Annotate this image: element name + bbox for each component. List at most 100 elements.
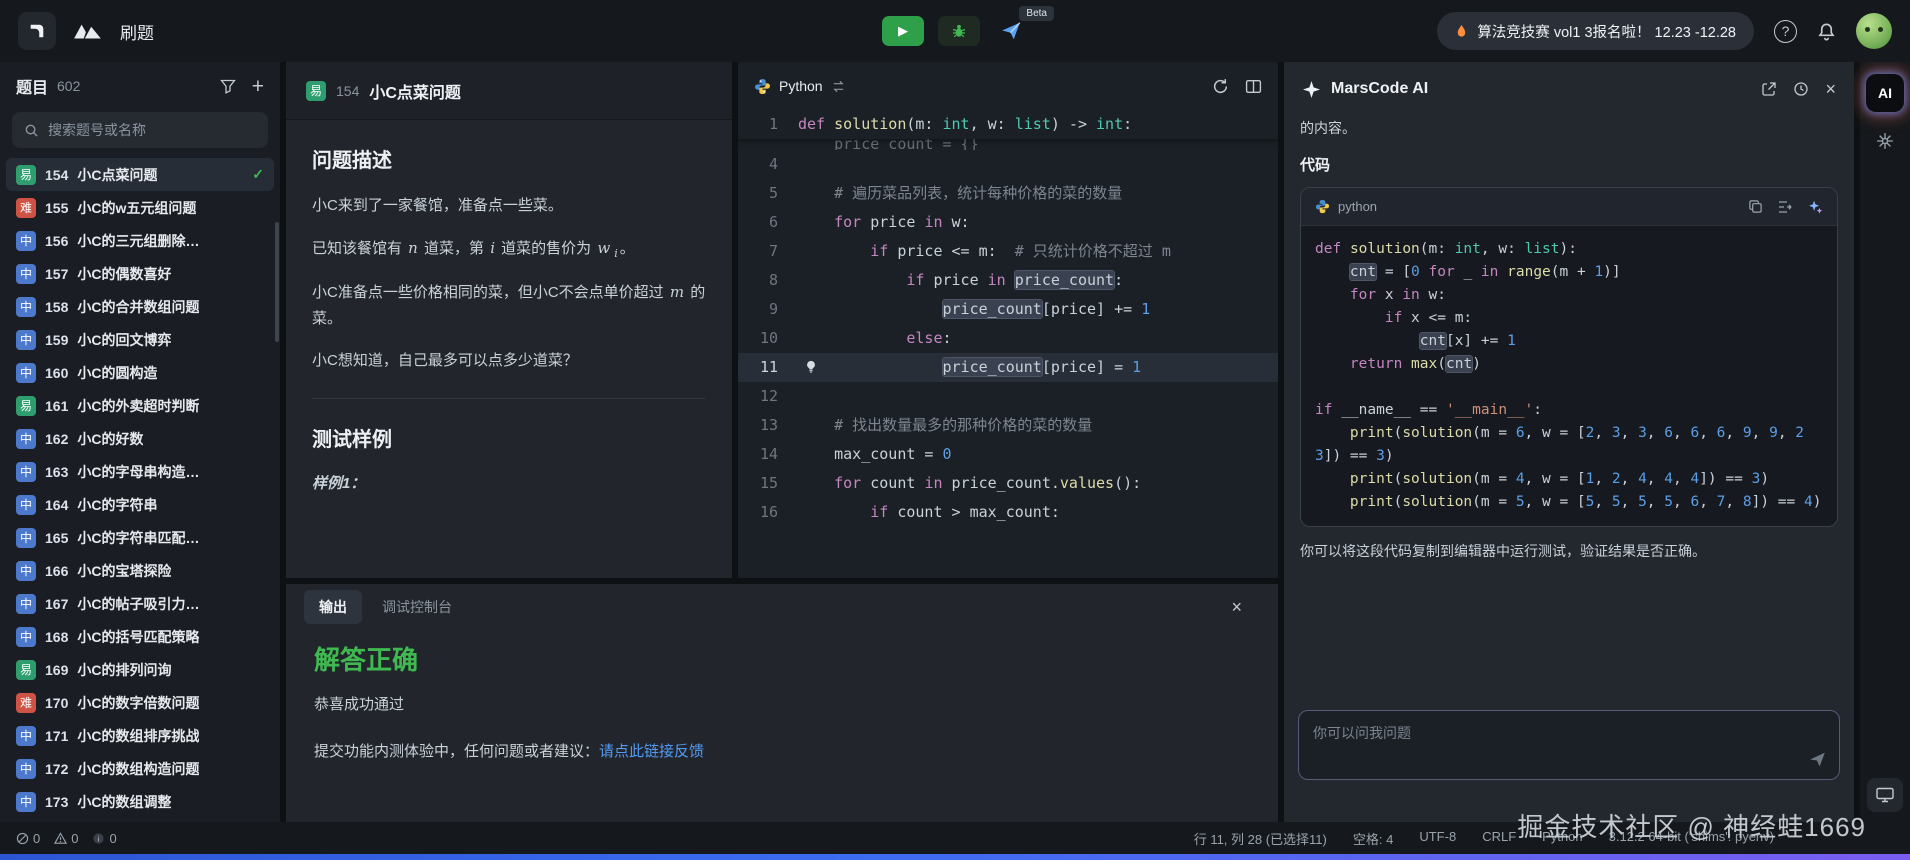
topbar-right: 算法竞技赛 vol1 3报名啦！ 12.23 -12.28 ? <box>1437 12 1892 50</box>
code-line[interactable]: 12 <box>738 382 1278 411</box>
problem-list-item[interactable]: 中158小C的合并数组问题 <box>6 290 274 323</box>
ai-assistant-button[interactable]: AI <box>1866 74 1904 112</box>
code-line[interactable]: 7 if price <= m: # 只统计价格不超过 m <box>738 237 1278 266</box>
problem-body: 问题描述 小C来到了一家餐馆，准备点一些菜。已知该餐馆有 n 道菜，第 i 道菜… <box>286 120 732 517</box>
difficulty-badge: 中 <box>16 462 36 482</box>
code-line[interactable]: 14 max_count = 0 <box>738 440 1278 469</box>
ai-message-partial: 你可以将这段代码复制到编辑器中运行测试，验证结果是否正确。 <box>1300 541 1838 561</box>
problem-list-item[interactable]: 易154小C点菜问题✓ <box>6 158 274 191</box>
problem-list-item[interactable]: 难155小C的w五元组问题 <box>6 191 274 224</box>
difficulty-badge: 易 <box>16 396 36 416</box>
statusbar-item[interactable]: 空格: 4 <box>1353 829 1393 848</box>
bell-icon[interactable] <box>1817 22 1836 41</box>
close-icon[interactable]: × <box>1231 597 1242 618</box>
code-line[interactable]: 9 price_count[price] += 1 <box>738 295 1278 324</box>
info-icon: i <box>92 832 105 845</box>
filter-icon[interactable] <box>220 78 236 94</box>
history-icon[interactable] <box>1793 81 1809 97</box>
run-button[interactable]: ▶ <box>882 16 924 46</box>
code-line[interactable]: 13 # 找出数量最多的那种价格的菜的数量 <box>738 411 1278 440</box>
difficulty-badge: 难 <box>16 198 36 218</box>
code-line[interactable]: 10 else: <box>738 324 1278 353</box>
python-icon <box>1315 199 1330 214</box>
difficulty-badge: 中 <box>16 297 36 317</box>
tab-python[interactable]: Python <box>754 78 846 95</box>
problem-list-item[interactable]: 中163小C的字母串构造… <box>6 455 274 488</box>
contest-banner[interactable]: 算法竞技赛 vol1 3报名啦！ 12.23 -12.28 <box>1437 12 1754 50</box>
problem-list-item[interactable]: 中157小C的偶数喜好 <box>6 257 274 290</box>
problem-list-item[interactable]: 中162小C的好数 <box>6 422 274 455</box>
problem-list-item[interactable]: 中167小C的帖子吸引力… <box>6 587 274 620</box>
problem-list-item[interactable]: 中171小C的数组排序挑战 <box>6 719 274 752</box>
close-icon[interactable]: × <box>1825 79 1836 100</box>
marscode-logo[interactable] <box>18 12 56 50</box>
problem-list-item[interactable]: 中165小C的字符串匹配… <box>6 521 274 554</box>
problem-list: 易154小C点菜问题✓难155小C的w五元组问题中156小C的三元组删除…中15… <box>0 158 280 822</box>
tab-output[interactable]: 输出 <box>304 590 362 624</box>
copy-icon[interactable] <box>1748 199 1763 214</box>
send-icon[interactable] <box>1808 750 1827 769</box>
problem-list-item[interactable]: 易161小C的外卖超时判断 <box>6 389 274 422</box>
code-line[interactable]: 4 <box>738 150 1278 179</box>
statusbar-item[interactable]: UTF-8 <box>1419 829 1456 848</box>
code-line[interactable]: 11 price_count[price] = 1 <box>738 353 1278 382</box>
monitor-icon <box>1876 787 1894 803</box>
ai-input-box[interactable] <box>1298 710 1840 780</box>
split-editor-icon[interactable] <box>1245 78 1262 95</box>
statusbar-item[interactable]: 行 11, 列 28 (已选择11) <box>1194 829 1327 848</box>
search-icon <box>24 123 39 138</box>
statusbar-item[interactable]: CRLF <box>1482 829 1516 848</box>
feedback-link[interactable]: 请点此链接反馈 <box>599 743 704 760</box>
problem-list-item[interactable]: 难170小C的数字倍数问题 <box>6 686 274 719</box>
difficulty-badge: 中 <box>16 726 36 746</box>
reset-code-icon[interactable] <box>1212 78 1229 95</box>
code-line[interactable]: 5 # 遍历菜品列表，统计每种价格的菜的数量 <box>738 179 1278 208</box>
line-number: 16 <box>738 498 798 527</box>
code-line[interactable]: 1def solution(m: int, w: list) -> int: <box>738 110 1278 139</box>
divider <box>312 398 706 399</box>
problem-list-item[interactable]: 易169小C的排列问询 <box>6 653 274 686</box>
difficulty-badge: 难 <box>16 693 36 713</box>
debug-button[interactable] <box>938 16 980 46</box>
code-line[interactable]: price_count = {} <box>738 139 1278 150</box>
search-input[interactable] <box>48 122 256 138</box>
lightbulb-icon[interactable] <box>804 360 818 374</box>
sparkle-icon[interactable] <box>1807 199 1823 215</box>
problem-list-item[interactable]: 中164小C的字符串 <box>6 488 274 521</box>
switch-language-icon[interactable] <box>831 79 846 94</box>
problem-title: 小C的合并数组问题 <box>77 297 199 317</box>
problem-list-item[interactable]: 中156小C的三元组删除… <box>6 224 274 257</box>
problem-title: 小C的w五元组问题 <box>77 198 196 218</box>
problem-list-item[interactable]: 中166小C的宝塔探险 <box>6 554 274 587</box>
code-line[interactable]: 15 for count in price_count.values(): <box>738 469 1278 498</box>
export-chat-icon[interactable] <box>1761 81 1777 97</box>
problem-list-item[interactable]: 中173小C的数组调整 <box>6 785 274 818</box>
mountain-logo-icon[interactable] <box>72 21 104 41</box>
avatar[interactable] <box>1856 13 1892 49</box>
problem-list-item[interactable]: 中159小C的回文博弈 <box>6 323 274 356</box>
add-icon[interactable]: + <box>252 76 264 97</box>
help-icon[interactable]: ? <box>1774 20 1797 43</box>
insert-code-icon[interactable] <box>1777 199 1793 215</box>
plugin-icon[interactable] <box>1876 132 1894 150</box>
statusbar-problems[interactable]: 0 0 i0 <box>16 831 125 846</box>
problem-list-item[interactable]: 中172小C的数组构造问题 <box>6 752 274 785</box>
ai-code[interactable]: def solution(m: int, w: list): cnt = [0 … <box>1301 226 1837 526</box>
tab-debug-console[interactable]: 调试控制台 <box>382 597 452 617</box>
problem-list-item[interactable]: 中168小C的括号匹配策略 <box>6 620 274 653</box>
monitor-button[interactable] <box>1867 778 1903 812</box>
problem-id: 172 <box>45 761 68 777</box>
sidebar-scrollbar[interactable] <box>275 222 279 342</box>
submit-beta-button[interactable]: Beta <box>994 14 1028 48</box>
difficulty-badge: 易 <box>16 660 36 680</box>
editor-code[interactable]: 1def solution(m: int, w: list) -> int: p… <box>738 110 1278 578</box>
problem-paragraph: 小C来到了一家餐馆，准备点一些菜。 <box>312 193 706 219</box>
code-line[interactable]: 16 if count > max_count: <box>738 498 1278 527</box>
code-line[interactable]: 8 if price in price_count: <box>738 266 1278 295</box>
ai-input[interactable] <box>1313 723 1795 767</box>
line-number: 10 <box>738 324 798 353</box>
difficulty-badge: 中 <box>16 429 36 449</box>
problem-list-item[interactable]: 中160小C的圆构造 <box>6 356 274 389</box>
search-box[interactable] <box>12 112 268 148</box>
code-line[interactable]: 6 for price in w: <box>738 208 1278 237</box>
